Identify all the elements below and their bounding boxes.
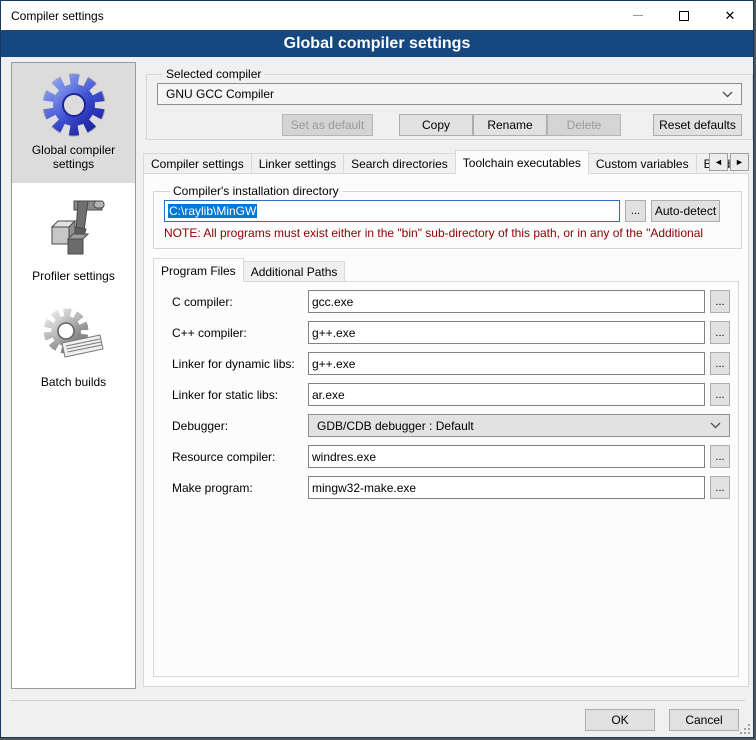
- make-program-input[interactable]: mingw32-make.exe: [308, 476, 705, 499]
- browse-button[interactable]: ...: [710, 352, 730, 375]
- static-linker-value: ar.exe: [312, 388, 345, 402]
- resource-compiler-value: windres.exe: [312, 450, 376, 464]
- cpp-compiler-value: g++.exe: [312, 326, 355, 340]
- tab-compiler-settings[interactable]: Compiler settings: [143, 153, 252, 174]
- field-label: Make program:: [172, 481, 308, 495]
- bin-subdirectory-note: NOTE: All programs must exist either in …: [164, 226, 731, 240]
- ok-button[interactable]: OK: [585, 709, 655, 731]
- rename-button[interactable]: Rename: [473, 114, 547, 136]
- tab-scroll-left-icon[interactable]: ◄: [709, 153, 728, 171]
- blue-gear-icon: [38, 71, 110, 141]
- field-label: C++ compiler:: [172, 326, 308, 340]
- sidebar-item-batch-builds[interactable]: Batch builds: [12, 295, 135, 389]
- field-label: Linker for static libs:: [172, 388, 308, 402]
- minimize-button[interactable]: [615, 1, 661, 30]
- copy-button[interactable]: Copy: [399, 114, 473, 136]
- set-as-default-button[interactable]: Set as default: [282, 114, 373, 136]
- resource-compiler-input[interactable]: windres.exe: [308, 445, 705, 468]
- field-row-make-program: Make program: mingw32-make.exe ...: [172, 476, 730, 499]
- sidebar-item-label: Batch builds: [24, 375, 124, 389]
- browse-button[interactable]: ...: [710, 383, 730, 406]
- field-row-debugger: Debugger: GDB/CDB debugger : Default: [172, 414, 730, 437]
- installation-directory-input[interactable]: C:\raylib\MinGW: [164, 200, 620, 222]
- program-files-page: C compiler: gcc.exe ... C++ compiler: g+…: [153, 281, 739, 677]
- installation-directory-value: C:\raylib\MinGW: [168, 204, 257, 218]
- browse-button[interactable]: ...: [710, 476, 730, 499]
- tab-scroll-buttons: ◄ ►: [709, 153, 749, 171]
- cpp-compiler-input[interactable]: g++.exe: [308, 321, 705, 344]
- tab-search-directories[interactable]: Search directories: [343, 153, 456, 174]
- title-bar: Compiler settings ✕: [1, 1, 753, 30]
- sidebar-item-label: Profiler settings: [24, 269, 124, 283]
- installation-directory-legend: Compiler's installation directory: [170, 184, 342, 198]
- dynamic-linker-input[interactable]: g++.exe: [308, 352, 705, 375]
- reset-defaults-button[interactable]: Reset defaults: [653, 114, 742, 136]
- gray-gear-papers-icon: [38, 303, 110, 373]
- maximize-icon: [679, 11, 689, 21]
- compiler-select[interactable]: GNU GCC Compiler: [157, 83, 742, 105]
- tab-toolchain-executables[interactable]: Toolchain executables: [455, 150, 589, 174]
- field-row-cpp-compiler: C++ compiler: g++.exe ...: [172, 321, 730, 344]
- tab-additional-paths[interactable]: Additional Paths: [243, 261, 346, 282]
- close-icon: ✕: [725, 9, 736, 22]
- installation-directory-browse-button[interactable]: ...: [625, 200, 646, 222]
- dialog-banner: Global compiler settings: [1, 30, 753, 57]
- dynamic-linker-value: g++.exe: [312, 357, 355, 371]
- settings-sidebar: Global compiler settings Profiler settin…: [11, 62, 136, 689]
- minimize-icon: [633, 15, 643, 16]
- tab-scroll-right-icon[interactable]: ►: [730, 153, 749, 171]
- field-label: Resource compiler:: [172, 450, 308, 464]
- close-button[interactable]: ✕: [707, 1, 753, 30]
- debugger-select[interactable]: GDB/CDB debugger : Default: [308, 414, 730, 437]
- sidebar-item-global-compiler-settings[interactable]: Global compiler settings: [12, 63, 135, 183]
- field-label: Debugger:: [172, 419, 308, 433]
- caliper-icon: [38, 197, 110, 267]
- settings-tabstrip: Compiler settings Linker settings Search…: [143, 150, 749, 174]
- field-row-c-compiler: C compiler: gcc.exe ...: [172, 290, 730, 313]
- tab-program-files[interactable]: Program Files: [153, 258, 244, 282]
- static-linker-input[interactable]: ar.exe: [308, 383, 705, 406]
- compiler-settings-dialog: Compiler settings ✕ Global compiler sett…: [0, 0, 754, 738]
- installation-directory-row: C:\raylib\MinGW ... Auto-detect: [164, 200, 731, 222]
- field-label: Linker for dynamic libs:: [172, 357, 308, 371]
- resize-grip[interactable]: [739, 723, 751, 735]
- window-title: Compiler settings: [1, 9, 615, 23]
- cancel-button[interactable]: Cancel: [669, 709, 739, 731]
- maximize-button[interactable]: [661, 1, 707, 30]
- sidebar-item-label: Global compiler settings: [24, 143, 124, 171]
- c-compiler-value: gcc.exe: [312, 295, 353, 309]
- chevron-down-icon: [722, 91, 733, 98]
- field-label: C compiler:: [172, 295, 308, 309]
- browse-button[interactable]: ...: [710, 445, 730, 468]
- tab-linker-settings[interactable]: Linker settings: [251, 153, 344, 174]
- make-program-value: mingw32-make.exe: [312, 481, 416, 495]
- field-row-static-linker: Linker for static libs: ar.exe ...: [172, 383, 730, 406]
- selected-compiler-legend: Selected compiler: [163, 67, 264, 81]
- tab-custom-variables[interactable]: Custom variables: [588, 153, 697, 174]
- delete-button[interactable]: Delete: [547, 114, 621, 136]
- caption-buttons: ✕: [615, 1, 753, 30]
- debugger-select-value: GDB/CDB debugger : Default: [317, 419, 710, 433]
- browse-button[interactable]: ...: [710, 290, 730, 313]
- installation-directory-group: Compiler's installation directory C:\ray…: [153, 184, 742, 249]
- program-files-tabstrip: Program Files Additional Paths: [153, 258, 344, 282]
- browse-button[interactable]: ...: [710, 321, 730, 344]
- compiler-buttons-row: Set as default Copy Rename Delete Reset …: [157, 114, 742, 136]
- selected-compiler-group: Selected compiler GNU GCC Compiler Set a…: [146, 67, 753, 140]
- field-row-resource-compiler: Resource compiler: windres.exe ...: [172, 445, 730, 468]
- compiler-select-value: GNU GCC Compiler: [166, 87, 722, 101]
- field-row-dynamic-linker: Linker for dynamic libs: g++.exe ...: [172, 352, 730, 375]
- dialog-footer: OK Cancel: [9, 700, 745, 738]
- auto-detect-button[interactable]: Auto-detect: [651, 200, 720, 222]
- toolchain-executables-page: Compiler's installation directory C:\ray…: [143, 173, 749, 687]
- c-compiler-input[interactable]: gcc.exe: [308, 290, 705, 313]
- banner-title: Global compiler settings: [284, 35, 471, 53]
- sidebar-item-profiler-settings[interactable]: Profiler settings: [12, 189, 135, 283]
- chevron-down-icon: [710, 422, 721, 429]
